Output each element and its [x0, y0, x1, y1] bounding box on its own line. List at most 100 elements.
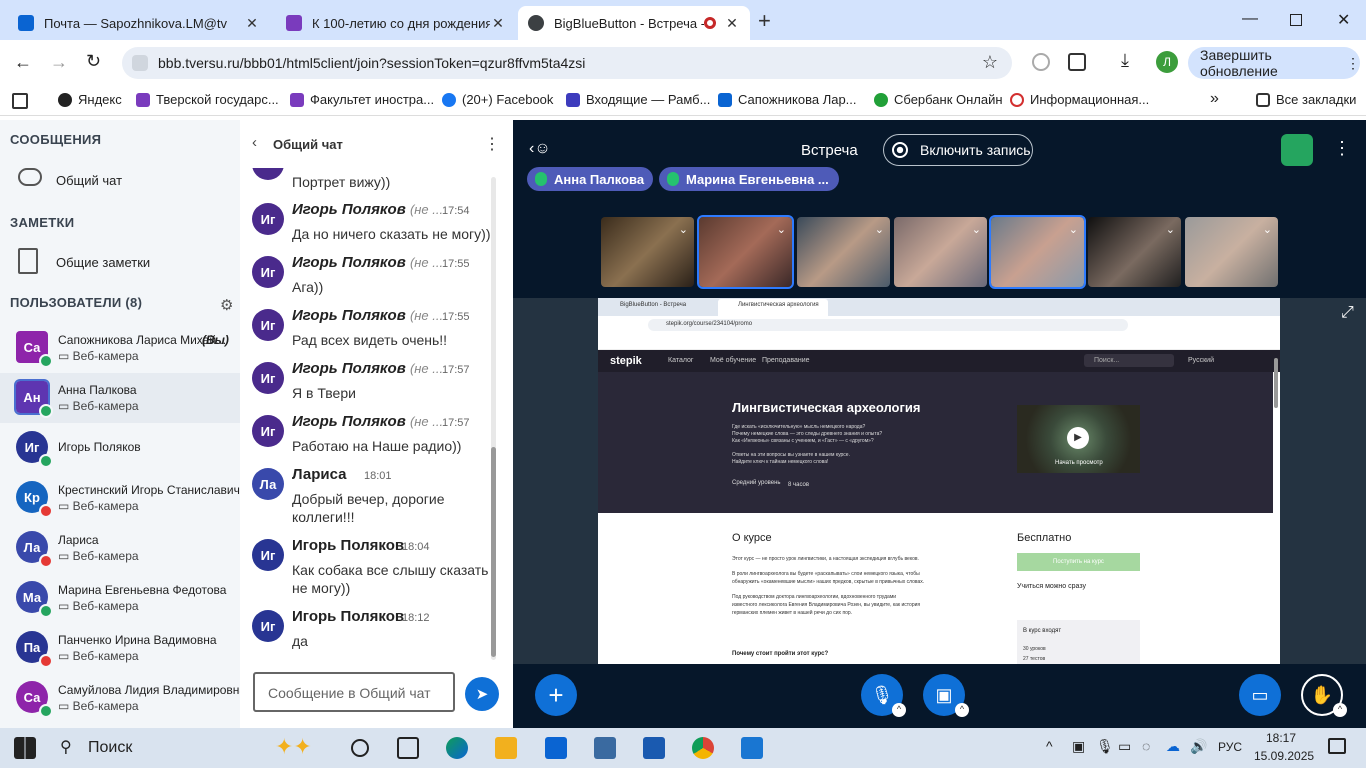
profile-avatar[interactable]: Л — [1156, 51, 1178, 73]
chat-scrollbar[interactable] — [491, 177, 496, 660]
connection-status-icon[interactable] — [1281, 134, 1313, 166]
user-item[interactable]: Са Сапожникова Лариса Михай... (Вы) ▭ Ве… — [0, 323, 240, 373]
forward-icon[interactable]: → — [50, 52, 68, 73]
site-info-icon[interactable] — [132, 55, 148, 71]
restore-icon[interactable] — [1290, 14, 1302, 26]
close-window-icon[interactable]: ✕ — [1337, 10, 1350, 30]
video-tile[interactable]: ⌄ — [989, 215, 1086, 289]
back-chevron-icon[interactable]: ‹ — [252, 134, 257, 151]
user-item[interactable]: Са Самуйлова Лидия Владимировна ▭ Веб-ка… — [0, 673, 246, 723]
calculator-icon[interactable] — [594, 737, 616, 759]
apps-icon[interactable] — [12, 93, 28, 109]
widgets-icon[interactable] — [397, 737, 419, 759]
fullscreen-icon[interactable]: ⤢ — [1341, 304, 1354, 322]
browser-tab-anniversary[interactable]: К 100-летию со дня рождения ✕ — [276, 6, 516, 40]
talking-indicator[interactable]: Анна Палкова — [527, 167, 653, 191]
options-menu-icon[interactable]: ⋮ — [1333, 138, 1351, 159]
public-chat-item[interactable]: Общий чат — [0, 162, 240, 198]
clock-date[interactable]: 15.09.2025 — [1254, 749, 1314, 763]
input-language[interactable]: РУС — [1218, 740, 1242, 754]
taskbar-search[interactable]: Поиск — [88, 739, 132, 757]
bookmark-star-icon[interactable]: ☆ — [982, 52, 998, 73]
back-icon[interactable]: ← — [14, 52, 32, 73]
bookmark-faculty[interactable]: Факультет иностра... — [290, 92, 434, 107]
shared-notes-item[interactable]: Общие заметки — [0, 244, 240, 280]
edge-icon[interactable] — [446, 737, 468, 759]
bookmark-info[interactable]: Информационная... — [1010, 92, 1149, 107]
audio-settings-chevron-icon[interactable]: ^ — [892, 703, 906, 717]
file-explorer-icon[interactable] — [495, 737, 517, 759]
chevron-down-icon[interactable]: ⌄ — [1069, 223, 1078, 236]
chevron-down-icon[interactable]: ⌄ — [679, 223, 688, 236]
chevron-down-icon[interactable]: ⌄ — [1263, 223, 1272, 236]
chrome-icon[interactable] — [692, 737, 714, 759]
translate-icon[interactable] — [1032, 53, 1050, 71]
new-tab-button[interactable]: + — [758, 8, 771, 34]
user-item[interactable]: Ла Лариса ▭ Веб-камера — [0, 523, 240, 573]
screenshare-view[interactable]: BigBlueButton - Встреча Лингвистическая … — [598, 298, 1280, 664]
chevron-down-icon[interactable]: ⌄ — [875, 223, 884, 236]
bookmark-yandex[interactable]: Яндекс — [58, 92, 122, 107]
bookmark-facebook[interactable]: (20+) Facebook — [442, 92, 553, 107]
send-button[interactable]: ➤ — [465, 677, 499, 711]
tray-app-icon[interactable]: ▣ — [1072, 738, 1085, 755]
task-view-icon[interactable] — [351, 739, 369, 757]
reload-icon[interactable]: ↻ — [86, 51, 101, 72]
user-item[interactable]: Ан Анна Палкова ▭ Веб-камера — [0, 373, 240, 423]
all-bookmarks[interactable]: Все закладки — [1256, 92, 1356, 107]
extensions-icon[interactable] — [1068, 53, 1086, 71]
settings-gear-icon[interactable]: ⚙ — [220, 296, 233, 314]
browser-tab-mail[interactable]: Почта — Sapozhnikova.LM@tv ✕ — [8, 6, 270, 40]
photos-icon[interactable] — [741, 737, 763, 759]
reactions-chevron-icon[interactable]: ^ — [1333, 703, 1347, 717]
chat-options-icon[interactable]: ⋮ — [484, 134, 500, 154]
message-input[interactable]: Сообщение в Общий чат — [253, 672, 455, 712]
browser-tab-bbb[interactable]: BigBlueButton - Встреча - ✕ — [518, 6, 750, 40]
video-tile[interactable]: ⌄ — [601, 217, 694, 287]
user-item[interactable]: Иг Игорь Поляков — [0, 423, 240, 473]
tray-chevron-icon[interactable]: ^ — [1046, 738, 1053, 754]
video-tile[interactable]: ⌄ — [1185, 217, 1278, 287]
user-item[interactable]: Па Панченко Ирина Вадимовна ▭ Веб-камера — [0, 623, 240, 673]
presentation-toggle-button[interactable]: ▭ — [1239, 674, 1281, 716]
search-icon[interactable]: ⚲ — [60, 737, 72, 757]
bookmark-sberbank[interactable]: Сбербанк Онлайн — [874, 92, 1003, 107]
chevron-down-icon[interactable]: ⌄ — [777, 223, 786, 236]
tray-microphone-icon[interactable]: 🎙 — [1096, 738, 1114, 755]
onedrive-icon[interactable]: ☁ — [1166, 738, 1180, 755]
video-tile[interactable]: ⌄ — [797, 217, 890, 287]
bookmark-tversu[interactable]: Тверской государс... — [136, 92, 279, 107]
user-item[interactable]: Кр Крестинский Игорь Станиславич ▭ Веб-к… — [0, 473, 240, 523]
video-tile[interactable]: ⌄ — [894, 217, 987, 287]
windows-start-icon[interactable] — [14, 737, 36, 759]
more-bookmarks-icon[interactable]: » — [1210, 90, 1219, 108]
eye-hidden-icon[interactable]: ◌ — [1142, 738, 1150, 754]
camera-settings-chevron-icon[interactable]: ^ — [955, 703, 969, 717]
clock-time[interactable]: 18:17 — [1266, 731, 1296, 745]
network-icon[interactable]: ▭ — [1118, 738, 1131, 755]
close-icon[interactable]: ✕ — [490, 15, 506, 32]
minimize-icon[interactable]: — — [1242, 10, 1258, 28]
bookmark-sapozhnikova[interactable]: Сапожникова Лар... — [718, 92, 857, 107]
chevron-down-icon[interactable]: ⌄ — [1166, 223, 1175, 236]
chevron-down-icon[interactable]: ⌄ — [972, 223, 981, 236]
update-button[interactable]: Завершить обновление ⋮ — [1188, 47, 1360, 79]
scroll-thumb[interactable] — [491, 447, 496, 657]
video-tile[interactable]: ⌄ — [1088, 217, 1181, 287]
record-button[interactable]: Включить запись — [883, 134, 1033, 166]
user-item[interactable]: Ма Марина Евгеньевна Федотова ▭ Веб-каме… — [0, 573, 240, 623]
notifications-icon[interactable] — [1328, 738, 1346, 754]
outlook-icon[interactable] — [545, 737, 567, 759]
close-icon[interactable]: ✕ — [244, 15, 260, 32]
volume-icon[interactable]: 🔊 — [1190, 738, 1207, 755]
close-icon[interactable]: ✕ — [724, 15, 740, 32]
bookmark-rambler[interactable]: Входящие — Рамб... — [566, 92, 710, 107]
actions-plus-button[interactable]: + — [535, 674, 577, 716]
word-icon[interactable] — [643, 737, 665, 759]
talking-indicator[interactable]: Марина Евгеньевна ... — [659, 167, 839, 191]
url-field[interactable]: bbb.tversu.ru/bbb01/html5client/join?ses… — [122, 47, 1012, 79]
user-list-toggle-icon[interactable]: ‹☺ — [529, 140, 551, 158]
copilot-sparkle-icon[interactable]: ✦✦ — [275, 734, 312, 760]
download-icon[interactable]: ⤓ — [1121, 50, 1129, 71]
video-tile[interactable]: ⌄ — [697, 215, 794, 289]
